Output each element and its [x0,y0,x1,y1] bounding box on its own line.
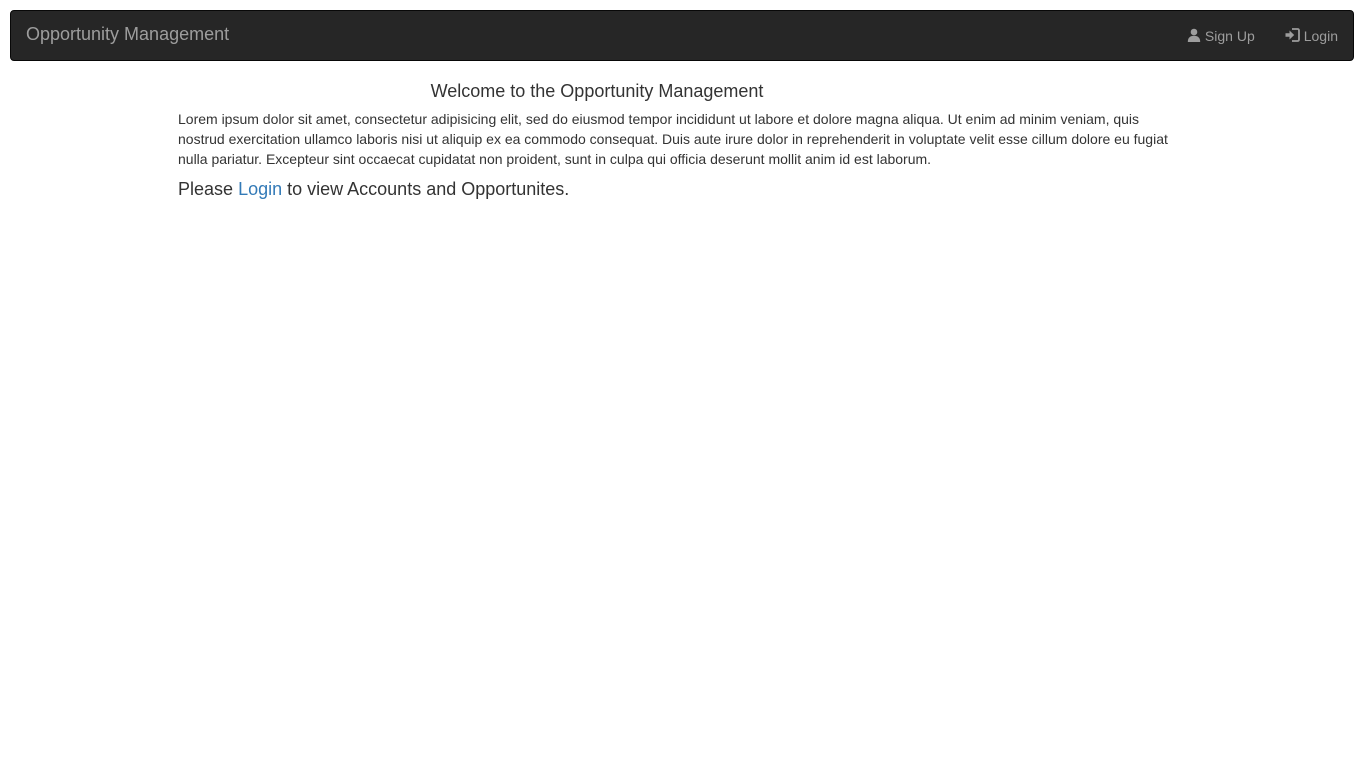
login-prompt-suffix: to view Accounts and Opportunites. [287,179,570,199]
main-content: Welcome to the Opportunity Management Lo… [178,78,1188,202]
login-prompt-prefix: Please [178,179,234,199]
log-in-icon [1285,27,1300,42]
sign-up-label: Sign Up [1204,27,1255,44]
login-prompt: Please Login to view Accounts and Opport… [178,176,1188,202]
brand-link[interactable]: Opportunity Management [26,11,229,60]
navbar-right-links: Sign Up Login [1172,11,1353,60]
login-nav-link[interactable]: Login [1270,11,1353,60]
sign-up-link[interactable]: Sign Up [1172,11,1270,60]
login-inline-link[interactable]: Login [238,179,282,199]
login-nav-label: Login [1303,27,1338,44]
top-navbar: Opportunity Management Sign Up Login [10,10,1354,61]
page-title: Welcome to the Opportunity Management [430,81,764,101]
user-icon [1187,28,1201,42]
intro-paragraph: Lorem ipsum dolor sit amet, consectetur … [178,111,1168,167]
